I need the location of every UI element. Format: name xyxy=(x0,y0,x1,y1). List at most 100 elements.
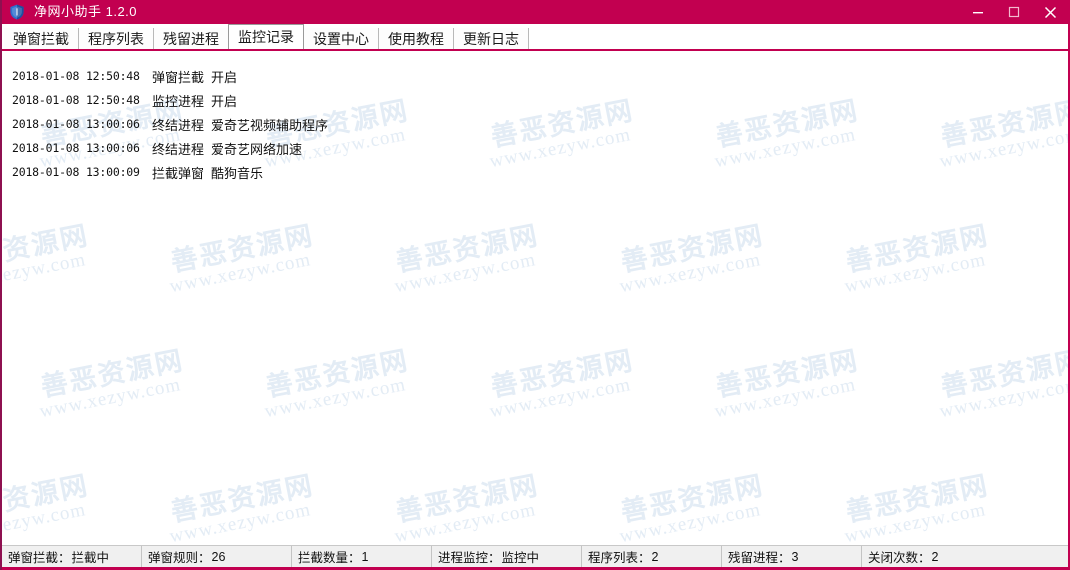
watermark-text: 善恶资源网www.xezyw.com xyxy=(487,338,640,422)
monitor-log-panel: 善恶资源网 www.xezyw.com 善恶资源网 www.xezyw.com 善恶资源… xyxy=(2,51,1068,545)
tab-1[interactable]: 程序列表 xyxy=(79,28,154,49)
close-button[interactable] xyxy=(1032,0,1068,24)
maximize-icon xyxy=(1008,6,1020,18)
status-cell-1: 弹窗规则： 26 xyxy=(142,546,292,567)
tab-list: 弹窗拦截 程序列表 残留进程 监控记录 设置中心 使用教程 更新日志 xyxy=(2,24,1068,49)
log-row[interactable]: 2018-01-08 13:00:09 拦截弹窗 酷狗音乐 xyxy=(2,160,1068,184)
watermark-cn: 善恶资源网 xyxy=(393,470,542,529)
watermark-cn: 善恶资源网 xyxy=(488,345,637,404)
log-action: 拦截弹窗 xyxy=(152,165,205,181)
log-target: 爱奇艺网络加速 xyxy=(211,141,303,157)
log-target: 爱奇艺视频辅助程序 xyxy=(211,117,329,133)
watermark-text: 善恶资源网www.xezyw.com xyxy=(1067,463,1069,545)
status-cell-3: 进程监控： 监控中 xyxy=(432,546,582,567)
watermark-text: 善恶资源网www.xezyw.com xyxy=(617,463,770,545)
tab-6[interactable]: 更新日志 xyxy=(454,28,529,49)
minimize-icon xyxy=(973,12,983,14)
status-cell-0: 弹窗拦截： 拦截中 xyxy=(2,546,142,567)
maximize-button[interactable] xyxy=(996,0,1032,24)
watermark-url: www.xezyw.com xyxy=(842,249,988,298)
log-action: 终结进程 xyxy=(152,117,205,133)
tab-2[interactable]: 残留进程 xyxy=(154,28,229,49)
tab-5[interactable]: 使用教程 xyxy=(379,28,454,49)
status-label: 程序列表： xyxy=(588,551,651,565)
watermark-text: 善恶资源网www.xezyw.com xyxy=(712,338,865,422)
close-icon xyxy=(1044,6,1056,18)
watermark-url: www.xezyw.com xyxy=(167,499,313,545)
watermark-url: www.xezyw.com xyxy=(617,249,763,298)
status-value: 监控中 xyxy=(501,551,540,565)
watermark-cn: 善恶资源网 xyxy=(1067,463,1068,529)
log-target: 酷狗音乐 xyxy=(211,165,264,181)
status-value: 2 xyxy=(931,549,939,564)
watermark-url: www.xezyw.com xyxy=(392,499,538,545)
log-target: 开启 xyxy=(211,69,238,85)
window-controls xyxy=(960,0,1068,24)
tab-3-active[interactable]: 监控记录 xyxy=(228,24,304,49)
watermark-text: 善恶资源网www.xezyw.com xyxy=(262,338,415,422)
log-target: 开启 xyxy=(211,93,238,109)
status-value: 2 xyxy=(651,549,659,564)
watermark-cn: 善恶资源网 xyxy=(2,470,92,529)
watermark-cn: 善恶资源网 xyxy=(168,220,317,279)
log-action: 终结进程 xyxy=(152,141,205,157)
status-label: 进程监控： xyxy=(438,551,501,565)
watermark-url: www.xezyw.com xyxy=(37,374,183,423)
watermark-cn: 善恶资源网 xyxy=(263,345,412,404)
status-label: 弹窗拦截： xyxy=(8,551,71,565)
watermark-text: 善恶资源网www.xezyw.com xyxy=(392,463,545,545)
status-label: 弹窗规则： xyxy=(148,551,211,565)
title-bar[interactable]: 净网小助手 1.2.0 xyxy=(2,0,1068,24)
status-value: 3 xyxy=(791,549,799,564)
watermark-url: www.xezyw.com xyxy=(262,374,408,423)
watermark-url: www.xezyw.com xyxy=(167,249,313,298)
tab-4[interactable]: 设置中心 xyxy=(304,28,379,49)
window-title: 净网小助手 1.2.0 xyxy=(34,4,138,19)
watermark-url: www.xezyw.com xyxy=(842,499,988,545)
watermark-url: www.xezyw.com xyxy=(617,499,763,545)
watermark-url: www.xezyw.com xyxy=(392,249,538,298)
watermark-text: 善恶资源网www.xezyw.com xyxy=(392,213,545,297)
watermark-url: www.xezyw.com xyxy=(487,374,633,423)
watermark-url: www.xezyw.com xyxy=(712,374,858,423)
shield-icon xyxy=(10,4,24,20)
watermark-text: 善恶资源网www.xezyw.com xyxy=(1067,213,1069,297)
status-cell-2: 拦截数量： 1 xyxy=(292,546,432,567)
watermark-url: www.xezyw.com xyxy=(2,499,88,545)
watermark-text: 善恶资源网www.xezyw.com xyxy=(2,213,95,297)
watermark-cn: 善恶资源网 xyxy=(618,470,767,529)
watermark-text: 善恶资源网www.xezyw.com xyxy=(167,213,320,297)
log-action: 弹窗拦截 xyxy=(152,69,205,85)
log-row[interactable]: 2018-01-08 13:00:06 终结进程 爱奇艺网络加速 xyxy=(2,136,1068,160)
log-row[interactable]: 2018-01-08 13:00:06 终结进程 爱奇艺视频辅助程序 xyxy=(2,112,1068,136)
status-value: 26 xyxy=(211,549,226,564)
log-timestamp: 2018-01-08 13:00:09 xyxy=(12,165,140,179)
log-timestamp: 2018-01-08 12:50:48 xyxy=(12,93,140,107)
status-label: 关闭次数： xyxy=(868,551,931,565)
watermark-url: www.xezyw.com xyxy=(2,249,88,298)
application-window: 净网小助手 1.2.0 弹窗拦截 程序列表 残留进程 监控记录 设置中心 使用教… xyxy=(0,0,1070,570)
log-timestamp: 2018-01-08 13:00:06 xyxy=(12,141,140,155)
watermark-cn: 善恶资源网 xyxy=(38,345,187,404)
log-row[interactable]: 2018-01-08 12:50:48 弹窗拦截 开启 xyxy=(2,64,1068,88)
watermark-cn: 善恶资源网 xyxy=(843,470,992,529)
watermark-cn: 善恶资源网 xyxy=(938,345,1068,404)
watermark-cn: 善恶资源网 xyxy=(393,220,542,279)
watermark-cn: 善恶资源网 xyxy=(713,345,862,404)
watermark-text: 善恶资源网www.xezyw.com xyxy=(617,213,770,297)
log-list: 2018-01-08 12:50:48 弹窗拦截 开启 2018-01-08 12:5… xyxy=(2,51,1068,184)
watermark-text: 善恶资源网www.xezyw.com xyxy=(842,463,995,545)
status-bar: 弹窗拦截： 拦截中 弹窗规则： 26 拦截数量： 1 进程监控： 监控中 程序列表： 2 残留进程：… xyxy=(2,545,1068,570)
watermark-cn: 善恶资源网 xyxy=(843,220,992,279)
watermark-text: 善恶资源网www.xezyw.com xyxy=(2,463,95,545)
watermark-text: 善恶资源网www.xezyw.com xyxy=(167,463,320,545)
watermark-cn: 善恶资源网 xyxy=(1067,213,1068,279)
log-row[interactable]: 2018-01-08 12:50:48 监控进程 开启 xyxy=(2,88,1068,112)
minimize-button[interactable] xyxy=(960,0,996,24)
status-label: 残留进程： xyxy=(728,551,791,565)
tab-0[interactable]: 弹窗拦截 xyxy=(4,28,79,49)
watermark-cn: 善恶资源网 xyxy=(2,220,92,279)
status-cell-5: 残留进程： 3 xyxy=(722,546,862,567)
status-value: 拦截中 xyxy=(71,551,110,565)
watermark-url: www.xezyw.com xyxy=(937,374,1068,423)
